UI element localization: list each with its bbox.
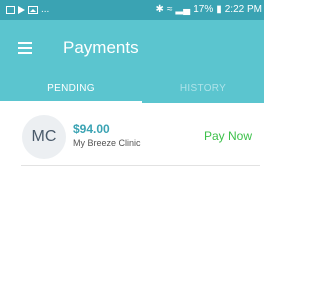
pay-now-button[interactable]: Pay Now [204,129,252,143]
battery-percent: 17% [193,4,214,15]
status-bar: ... ✱ ≈ ▂▄ 17% ▮ 2:22 PM [0,0,264,20]
hamburger-menu-icon[interactable] [18,42,32,54]
status-bar-system: ✱ ≈ ▂▄ 17% ▮ 2:22 PM [156,0,262,20]
signal-icon: ▂▄ [175,4,191,15]
gallery-icon [28,6,38,14]
payment-amount: $94.00 [73,122,110,136]
tab-selected-indicator [0,101,142,103]
wifi-icon: ≈ [166,4,173,15]
tab-bar: PENDING HISTORY [0,76,264,103]
app-bar: Payments [0,20,264,76]
play-store-icon [18,6,25,14]
bluetooth-icon: ✱ [155,4,164,15]
avatar: MC [22,115,66,159]
clock: 2:22 PM [224,4,262,15]
status-bar-notifications: ... [6,0,49,20]
battery-icon: ▮ [216,4,222,15]
page-title: Payments [63,38,139,57]
more-notifications-dots: ... [41,4,50,15]
message-icon [6,6,15,14]
tab-history[interactable]: HISTORY [142,76,264,103]
payment-list-item[interactable]: MC $94.00 My Breeze Clinic Pay Now [21,114,260,166]
payment-provider: My Breeze Clinic [73,138,141,148]
tab-pending[interactable]: PENDING [0,76,142,103]
